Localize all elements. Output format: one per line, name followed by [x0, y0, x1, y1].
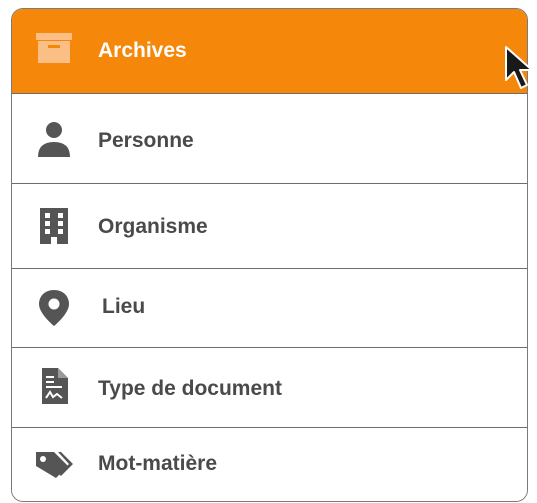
menu-item-label: Organisme	[98, 215, 208, 238]
document-type-icon	[34, 366, 74, 406]
building-icon	[34, 206, 74, 246]
menu-item-lieu[interactable]: Lieu	[12, 268, 527, 347]
menu-item-label: Mot-matière	[98, 452, 218, 475]
archive-box-icon	[34, 29, 74, 69]
menu-item-label: Personne	[98, 129, 194, 152]
tags-icon	[34, 444, 74, 484]
location-pin-icon	[34, 288, 74, 328]
menu-item-label: Type de document	[98, 377, 282, 400]
menu-item-archives[interactable]: Archives	[12, 9, 527, 93]
menu-item-type-de-document[interactable]: Type de document	[12, 347, 527, 427]
mouse-cursor-icon	[505, 46, 533, 89]
category-menu: Archives Personne Organisme Lieu Type de…	[11, 8, 528, 502]
menu-item-personne[interactable]: Personne	[12, 93, 527, 183]
menu-item-organisme[interactable]: Organisme	[12, 183, 527, 268]
menu-item-label: Lieu	[102, 295, 146, 318]
menu-item-label: Archives	[98, 39, 187, 62]
person-icon	[34, 119, 74, 159]
menu-item-mot-matiere[interactable]: Mot-matière	[12, 427, 527, 501]
